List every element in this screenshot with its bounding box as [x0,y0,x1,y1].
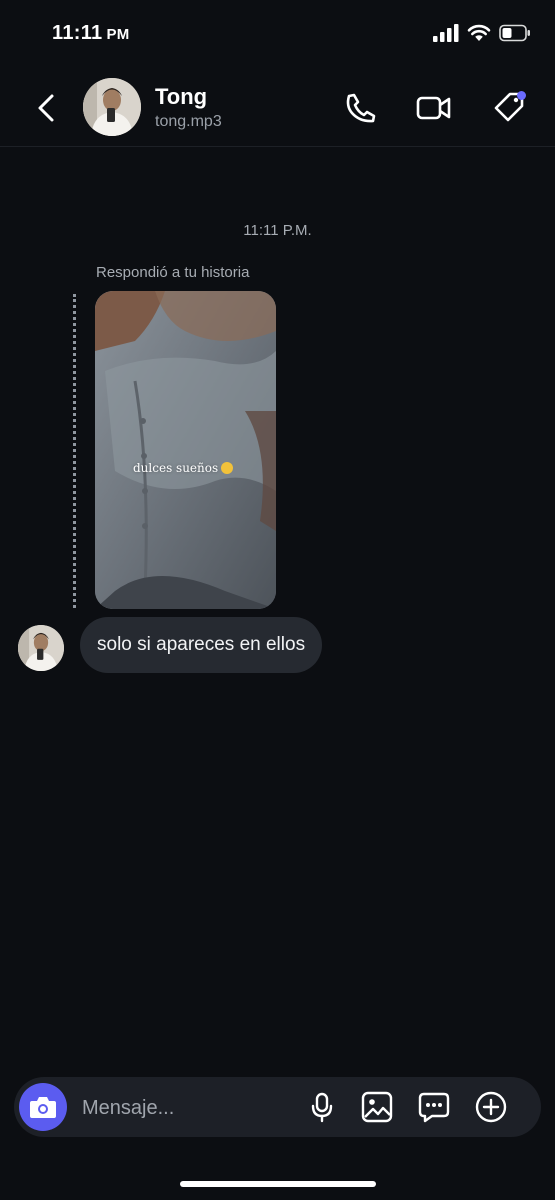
contact-name[interactable]: Tong [155,84,207,110]
story-caption: dulces sueños [133,461,234,475]
cellular-signal-icon [433,24,459,42]
home-indicator [180,1181,376,1187]
contact-avatar[interactable] [83,78,141,136]
video-camera-icon [416,96,451,120]
story-preview[interactable]: dulces sueños [95,291,276,609]
voice-message-button[interactable] [304,1089,340,1125]
back-button[interactable] [30,90,62,126]
message-timestamp: 11:11 P.M. [243,222,312,239]
battery-icon [499,24,530,42]
message-composer [14,1077,541,1137]
status-time-value: 11:11 [52,22,103,44]
video-call-button[interactable] [414,88,454,128]
avatar-photo [83,78,141,136]
avatar-photo [18,625,64,671]
call-button[interactable] [340,88,380,128]
message-text: solo si apareces en ellos [97,634,306,655]
story-caption-text: dulces sueños [133,461,219,475]
add-button[interactable] [473,1089,509,1125]
camera-icon [30,1097,56,1118]
message-input[interactable] [80,1087,294,1129]
wifi-icon [467,24,491,41]
story-image [95,291,276,609]
sleeping-face-emoji-icon [221,462,234,474]
microphone-icon [311,1092,333,1123]
plus-circle-icon [475,1091,507,1123]
chat-bubble-icon [418,1092,450,1123]
message-bubble[interactable]: solo si apareces en ellos [80,617,323,673]
reply-thread-line [73,294,76,608]
status-icons [433,24,531,42]
status-bar: 11:11 PM [0,0,555,70]
tag-button[interactable] [490,88,530,128]
status-ampm: PM [106,26,130,43]
sender-avatar[interactable] [18,625,64,671]
contact-handle: tong.mp3 [155,113,222,130]
phone-icon [346,93,376,123]
chat-header: Tong tong.mp3 [0,70,555,147]
image-icon [361,1091,393,1123]
quick-replies-button[interactable] [416,1089,452,1125]
status-time: 11:11 PM [52,22,130,45]
gallery-button[interactable] [359,1089,395,1125]
notification-dot [517,91,526,100]
story-reply-label: Respondió a tu historia [96,264,250,281]
camera-button[interactable] [19,1083,67,1131]
chevron-left-icon [38,94,54,122]
